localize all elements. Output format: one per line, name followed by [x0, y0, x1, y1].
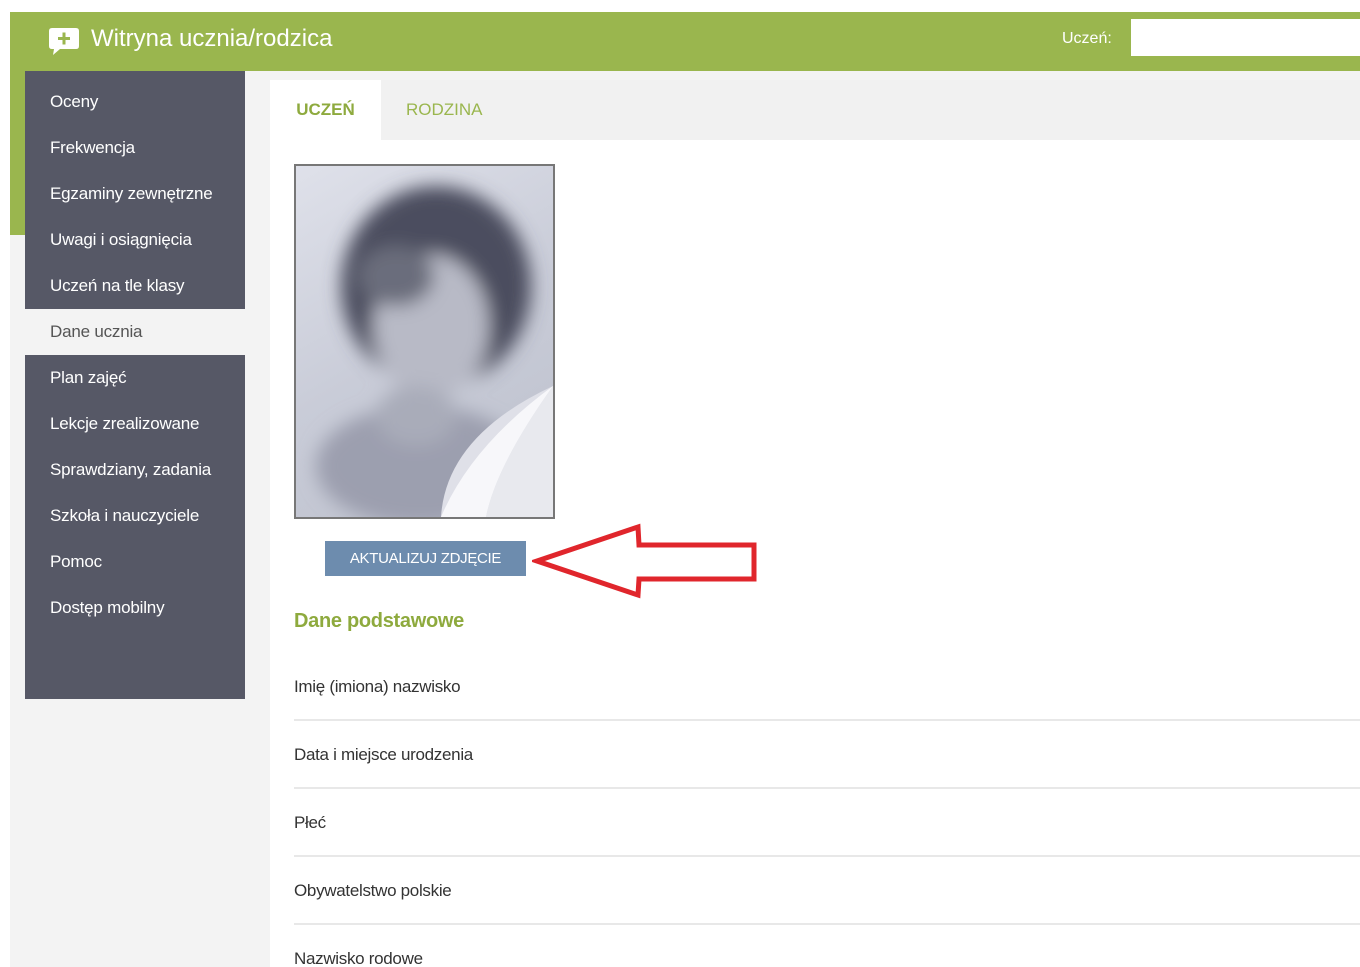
field-row-imie: Imię (imiona) nazwisko	[294, 653, 1360, 721]
field-row-plec: Płeć	[294, 789, 1360, 857]
sidebar-item-oceny[interactable]: Oceny	[25, 71, 245, 125]
sidebar: Oceny Frekwencja Egzaminy zewnętrzne Uwa…	[25, 71, 245, 699]
field-label: Płeć	[294, 813, 326, 832]
main-content: UCZEŃ RODZINA AKTUALIZUJ ZDJĘCIE Dane po…	[270, 80, 1360, 967]
student-photo	[294, 164, 555, 519]
field-row-data-urodzenia: Data i miejsce urodzenia	[294, 721, 1360, 789]
section-title-dane-podstawowe: Dane podstawowe	[294, 610, 464, 632]
arrow-left-icon	[529, 523, 758, 604]
sidebar-item-uczen-na-tle-klasy[interactable]: Uczeń na tle klasy	[25, 263, 245, 309]
field-label: Obywatelstwo polskie	[294, 881, 452, 900]
app-frame: Witryna ucznia/rodzica Uczeń: Oceny Frek…	[10, 12, 1360, 967]
sidebar-item-sprawdziany[interactable]: Sprawdziany, zadania	[25, 447, 245, 493]
student-select-input[interactable]	[1131, 19, 1360, 56]
field-row-nazwisko-rodowe: Nazwisko rodowe	[294, 925, 1360, 967]
sidebar-item-egzaminy[interactable]: Egzaminy zewnętrzne	[25, 171, 245, 217]
sidebar-item-plan-zajec[interactable]: Plan zajęć	[25, 355, 245, 401]
app-title: Witryna ucznia/rodzica	[91, 25, 333, 52]
sidebar-item-uwagi[interactable]: Uwagi i osiągnięcia	[25, 217, 245, 263]
top-bar: Witryna ucznia/rodzica Uczeń:	[10, 12, 1360, 71]
field-label: Nazwisko rodowe	[294, 949, 423, 967]
chat-plus-icon	[48, 26, 80, 56]
sidebar-item-frekwencja[interactable]: Frekwencja	[25, 125, 245, 171]
tabs-bar: UCZEŃ RODZINA	[270, 80, 1360, 140]
sidebar-item-szkola[interactable]: Szkoła i nauczyciele	[25, 493, 245, 539]
field-row-obywatelstwo: Obywatelstwo polskie	[294, 857, 1360, 925]
sidebar-item-dane-ucznia[interactable]: Dane ucznia	[25, 309, 245, 355]
field-label: Imię (imiona) nazwisko	[294, 677, 461, 696]
sidebar-item-pomoc[interactable]: Pomoc	[25, 539, 245, 585]
sidebar-item-dostep-mobilny[interactable]: Dostęp mobilny	[25, 585, 245, 631]
tab-uczen[interactable]: UCZEŃ	[270, 80, 381, 140]
accent-strip	[10, 71, 25, 235]
tab-rodzina[interactable]: RODZINA	[406, 80, 516, 140]
sidebar-fill	[25, 631, 245, 699]
update-photo-button[interactable]: AKTUALIZUJ ZDJĘCIE	[325, 541, 526, 576]
field-label: Data i miejsce urodzenia	[294, 745, 473, 764]
sidebar-item-lekcje[interactable]: Lekcje zrealizowane	[25, 401, 245, 447]
student-label: Uczeń:	[1062, 30, 1112, 47]
